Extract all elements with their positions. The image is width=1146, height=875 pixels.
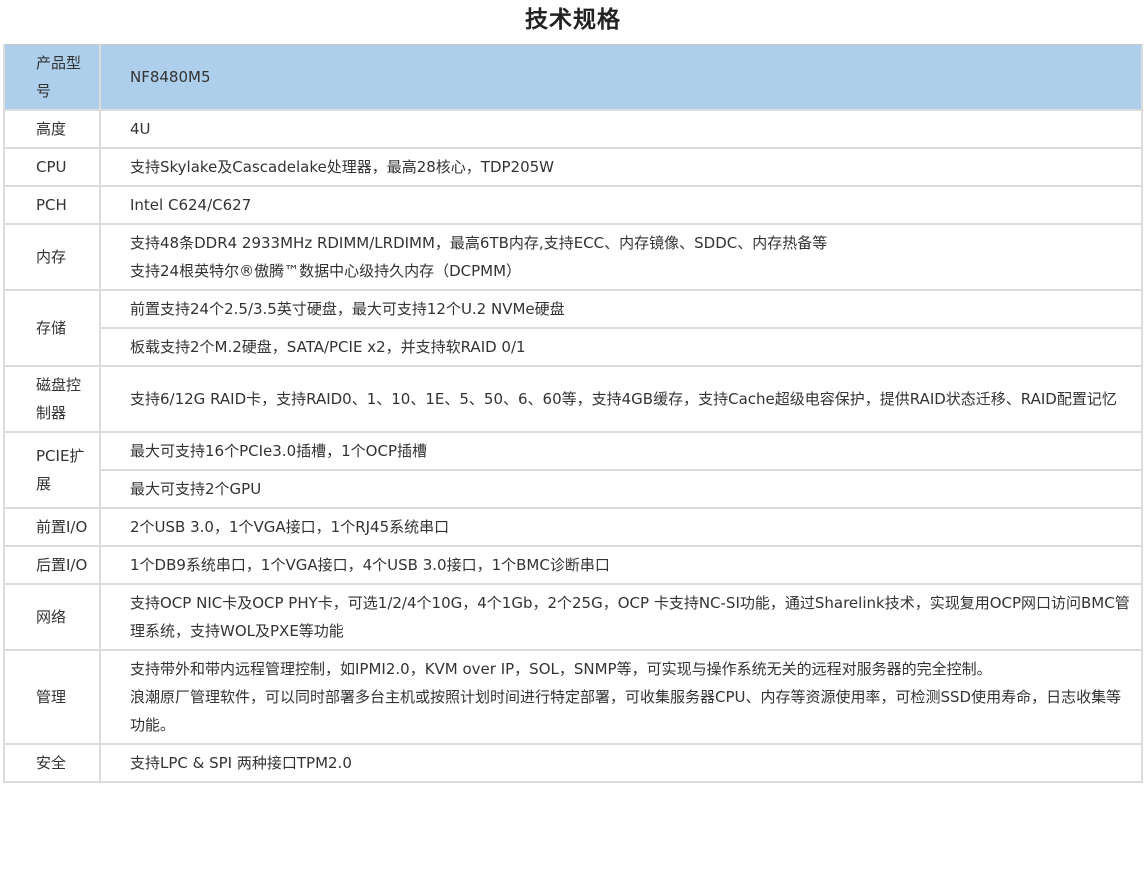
spec-value-line: 2个USB 3.0，1个VGA接口，1个RJ45系统串口 [130,518,450,536]
page-title: 技术规格 [525,7,621,33]
spec-label: 前置I/O [3,507,101,547]
spec-row: 安全 支持LPC & SPI 两种接口TPM2.0 [3,743,1143,783]
spec-value: 支持LPC & SPI 两种接口TPM2.0 [99,743,1143,783]
spec-value-line: 最大可支持2个GPU [130,480,262,498]
spec-label: 磁盘控制器 [3,365,101,433]
spec-value-line: 浪潮原厂管理软件，可以同时部署多台主机或按照计划时间进行特定部署，可收集服务器C… [130,688,1122,734]
spec-value-line: 支持48条DDR4 2933MHz RDIMM/LRDIMM，最高6TB内存,支… [130,234,828,252]
spec-value: 支持带外和带内远程管理控制，如IPMI2.0，KVM over IP，SOL，S… [99,649,1143,745]
spec-row: 板载支持2个M.2硬盘，SATA/PCIE x2，并支持软RAID 0/1 [4,327,1143,367]
spec-value: 支持Skylake及Cascadelake处理器，最高28核心，TDP205W [99,147,1143,187]
spec-value-line: NF8480M5 [130,68,211,86]
spec-row: 产品型号 NF8480M5 [3,44,1143,111]
spec-label: CPU [3,147,101,187]
spec-value-line: 支持6/12G RAID卡，支持RAID0、1、10、1E、5、50、6、60等… [130,390,1117,408]
spec-row: PCH Intel C624/C627 [3,185,1143,225]
spec-value: 前置支持24个2.5/3.5英寸硬盘，最大可支持12个U.2 NVMe硬盘 [99,289,1143,329]
spec-value: 板载支持2个M.2硬盘，SATA/PCIE x2，并支持软RAID 0/1 [99,327,1143,367]
spec-value-line: 支持24根英特尔®傲腾™数据中心级持久内存（DCPMM） [130,262,522,280]
spec-value-line: 板载支持2个M.2硬盘，SATA/PCIE x2，并支持软RAID 0/1 [130,338,526,356]
spec-value-line: 前置支持24个2.5/3.5英寸硬盘，最大可支持12个U.2 NVMe硬盘 [130,300,565,318]
spec-value: NF8480M5 [99,44,1143,111]
spec-row: 网络 支持OCP NIC卡及OCP PHY卡，可选1/2/4个10G，4个1Gb，… [3,583,1143,651]
spec-label: 网络 [3,583,101,651]
spec-value-line: Intel C624/C627 [130,196,252,214]
spec-row: 存储 前置支持24个2.5/3.5英寸硬盘，最大可支持12个U.2 NVMe硬盘 [3,289,1143,367]
spec-value: 4U [99,109,1143,149]
spec-label: 后置I/O [3,545,101,585]
spec-value: 2个USB 3.0，1个VGA接口，1个RJ45系统串口 [99,507,1143,547]
spec-row: PCIE扩展 最大可支持16个PCIe3.0插槽，1个OCP插槽 [3,431,1143,509]
spec-row: 后置I/O 1个DB9系统串口，1个VGA接口，4个USB 3.0接口，1个BMC… [3,545,1143,585]
spec-value-line: 最大可支持16个PCIe3.0插槽，1个OCP插槽 [130,442,427,460]
spec-value: 最大可支持16个PCIe3.0插槽，1个OCP插槽 [99,431,1143,471]
spec-value-line: 支持LPC & SPI 两种接口TPM2.0 [130,754,352,772]
spec-label: 安全 [3,743,101,783]
spec-value-line: 支持带外和带内远程管理控制，如IPMI2.0，KVM over IP，SOL，S… [130,660,992,678]
spec-row: 内存 支持48条DDR4 2933MHz RDIMM/LRDIMM，最高6TB内存… [3,223,1143,291]
spec-table-body: 产品型号 NF8480M5 高度 4U CPU 支持Skylake及Cascadelake… [3,44,1143,783]
spec-value: Intel C624/C627 [99,185,1143,225]
spec-value-line: 支持OCP NIC卡及OCP PHY卡，可选1/2/4个10G，4个1Gb，2个… [130,594,1130,640]
spec-value: 最大可支持2个GPU [99,469,1143,509]
spec-value-line: 4U [130,120,151,138]
spec-value: 1个DB9系统串口，1个VGA接口，4个USB 3.0接口，1个BMC诊断串口 [99,545,1143,585]
spec-row: CPU 支持Skylake及Cascadelake处理器，最高28核心，TDP20… [3,147,1143,187]
spec-table: 产品型号 NF8480M5 高度 4U CPU 支持Skylake及Cascadelake… [3,44,1143,783]
spec-label: 管理 [3,649,101,745]
spec-row: 最大可支持2个GPU [4,469,1143,509]
spec-label: 高度 [3,109,101,149]
spec-label: 产品型号 [3,44,101,111]
spec-row: 前置I/O 2个USB 3.0，1个VGA接口，1个RJ45系统串口 [3,507,1143,547]
spec-row: 磁盘控制器 支持6/12G RAID卡，支持RAID0、1、10、1E、5、50、… [3,365,1143,433]
spec-value: 支持6/12G RAID卡，支持RAID0、1、10、1E、5、50、6、60等… [99,365,1143,433]
spec-label: PCH [3,185,101,225]
spec-value-line: 支持Skylake及Cascadelake处理器，最高28核心，TDP205W [130,158,555,176]
spec-value: 支持OCP NIC卡及OCP PHY卡，可选1/2/4个10G，4个1Gb，2个… [99,583,1143,651]
spec-label: 内存 [3,223,101,291]
spec-value-line: 1个DB9系统串口，1个VGA接口，4个USB 3.0接口，1个BMC诊断串口 [130,556,610,574]
spec-label: PCIE扩展 [3,431,101,509]
spec-row: 高度 4U [3,109,1143,149]
spec-value: 支持48条DDR4 2933MHz RDIMM/LRDIMM，最高6TB内存,支… [99,223,1143,291]
spec-row: 管理 支持带外和带内远程管理控制，如IPMI2.0，KVM over IP，SOL… [3,649,1143,745]
spec-label: 存储 [3,289,101,367]
